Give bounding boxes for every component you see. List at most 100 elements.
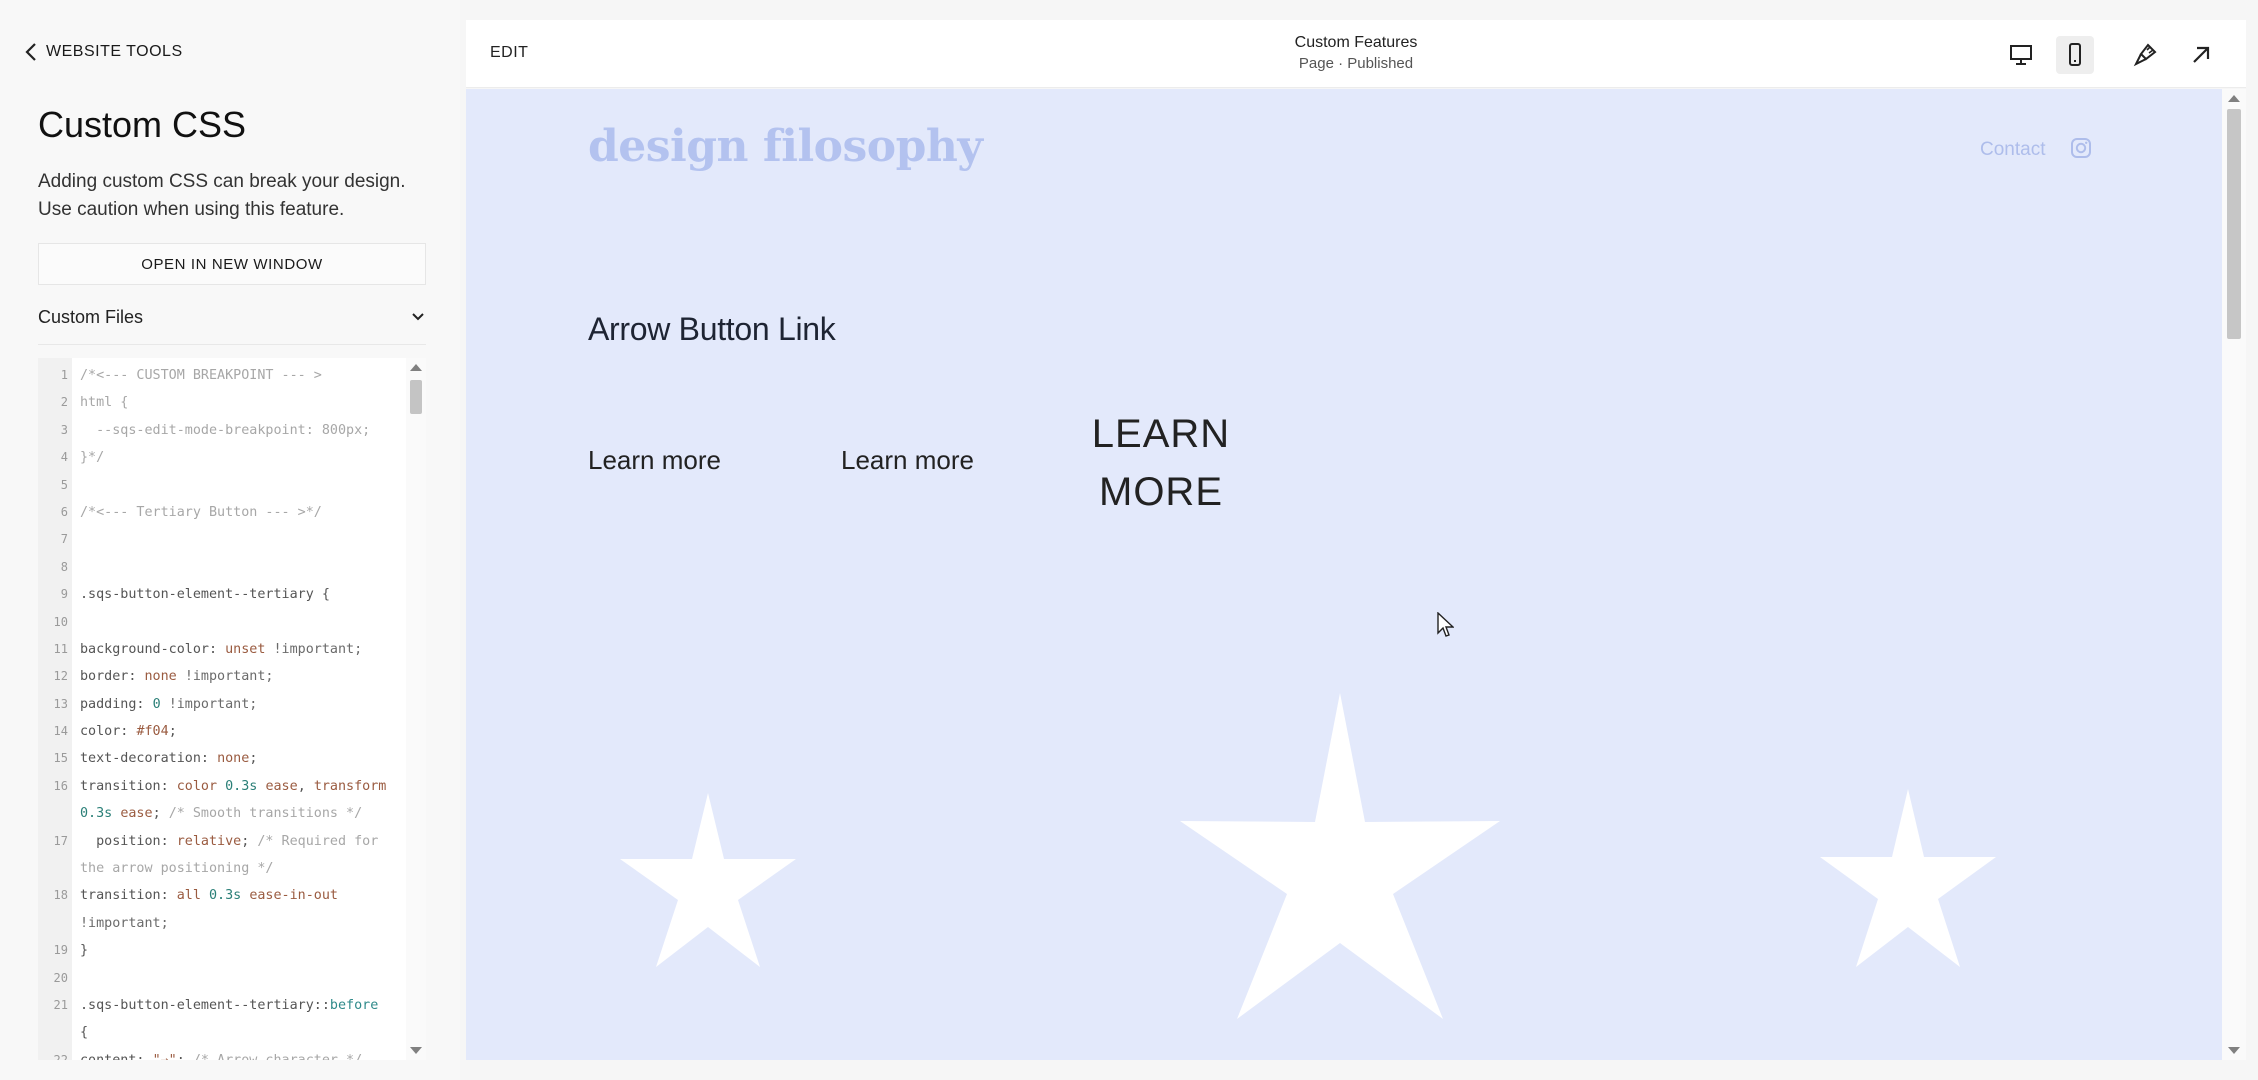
code-line[interactable]: 7 (38, 526, 408, 553)
line-number: 5 (60, 477, 68, 492)
code-line[interactable]: 6 /*<--- Tertiary Button --- >*/ (38, 499, 408, 526)
open-live-site-button[interactable] (2182, 36, 2220, 74)
back-website-tools-button[interactable]: WEBSITE TOOLS (24, 42, 183, 62)
line-number: 3 (60, 422, 68, 437)
code-line[interactable]: 13 padding: 0 !important; (38, 691, 408, 718)
line-number: 9 (60, 587, 68, 602)
code-line[interactable]: 20 (38, 965, 408, 992)
code-text: { (72, 1019, 88, 1046)
back-label: WEBSITE TOOLS (46, 43, 183, 60)
code-line[interactable]: 0.3s ease; /* Smooth transitions */ (38, 800, 408, 827)
custom-files-dropdown[interactable]: Custom Files (38, 300, 426, 334)
line-number (38, 1019, 72, 1046)
mobile-view-button[interactable] (2056, 36, 2094, 74)
learn-more-button-3[interactable]: LEARN MORE (1086, 405, 1236, 521)
line-number: 14 (53, 724, 68, 739)
line-number (38, 855, 72, 882)
code-line[interactable]: 1 /*<--- CUSTOM BREAKPOINT --- > (38, 362, 408, 389)
code-line[interactable]: 4}*/ (38, 444, 408, 471)
code-text: /*<--- Tertiary Button --- >*/ (72, 499, 322, 526)
code-line[interactable]: 11 background-color: unset !important; (38, 636, 408, 663)
instagram-icon[interactable] (2070, 137, 2092, 159)
code-text: color: #f04; (72, 718, 177, 745)
line-number: 18 (53, 888, 68, 903)
code-line[interactable]: 5 (38, 472, 408, 499)
code-line[interactable]: !important; (38, 910, 408, 937)
code-line[interactable]: 21 .sqs-button-element--tertiary::before (38, 992, 408, 1019)
code-token: all (176, 888, 209, 904)
preview-scrollbar[interactable] (2222, 89, 2246, 1060)
scroll-up-arrow-icon[interactable] (2228, 95, 2240, 102)
css-code-editor[interactable]: 1 /*<--- CUSTOM BREAKPOINT --- > 2 html { 3 … (38, 358, 426, 1060)
open-in-new-window-button[interactable]: OPEN IN NEW WINDOW (38, 243, 426, 285)
code-line[interactable]: 12 border: none !important; (38, 663, 408, 690)
line-number: 10 (53, 614, 68, 629)
code-text: background-color: unset !important; (72, 636, 362, 663)
code-token: }*/ (80, 450, 105, 466)
code-text: !important; (72, 910, 169, 937)
custom-files-label: Custom Files (38, 306, 144, 327)
code-line[interactable]: { (38, 1019, 408, 1046)
code-token: padding: (80, 696, 153, 712)
site-styles-button[interactable] (2126, 36, 2164, 74)
code-token: !important; (168, 696, 258, 712)
scroll-up-arrow-icon[interactable] (410, 364, 422, 371)
code-token: /* Smooth transitions */ (168, 806, 363, 822)
code-token: transition: (80, 778, 177, 794)
code-token: !important; (184, 669, 274, 685)
code-token: /*<--- CUSTOM BREAKPOINT --- > (80, 368, 322, 383)
code-token: ; (241, 833, 258, 849)
code-token: ease (120, 806, 153, 822)
code-text: 0.3s ease; /* Smooth transitions */ (72, 800, 362, 827)
line-number: 19 (53, 943, 68, 958)
paintbrush-icon (2133, 43, 2157, 67)
code-line[interactable]: 9 .sqs-button-element--tertiary { (38, 581, 408, 608)
code-token: unset (225, 641, 274, 657)
preview-scroll-thumb[interactable] (2227, 109, 2241, 339)
desktop-view-button[interactable] (2002, 36, 2040, 74)
code-token: ; (177, 1053, 193, 1060)
code-token: ease-in-out (249, 888, 338, 904)
line-number: 17 (53, 833, 68, 848)
code-token: background-color: (80, 641, 226, 657)
code-line[interactable]: 15 text-decoration: none; (38, 745, 408, 772)
code-token: /* Required for (257, 833, 379, 849)
star-icon (620, 793, 796, 967)
code-token: 0.3s (225, 778, 266, 794)
nav-contact-link[interactable]: Contact (1980, 139, 2045, 161)
line-number: 2 (60, 395, 68, 410)
learn-more-word: MORE (1099, 470, 1223, 514)
code-line[interactable]: 18 transition: all 0.3s ease-in-out (38, 882, 408, 909)
code-line[interactable]: 22 content: "→"; /* Arrow character */ (38, 1047, 408, 1060)
chevron-down-icon (412, 313, 424, 321)
code-line[interactable]: 14 color: #f04; (38, 718, 408, 745)
code-line[interactable]: 2 html { (38, 389, 408, 416)
code-line[interactable]: the arrow positioning */ (38, 855, 408, 882)
editor-scroll-thumb[interactable] (410, 380, 422, 414)
line-number: 15 (53, 751, 68, 766)
code-line[interactable]: 10 (38, 609, 408, 636)
code-token: !important; (80, 915, 169, 931)
code-token: "→" (153, 1053, 177, 1060)
code-line[interactable]: 3 --sqs-edit-mode-breakpoint: 800px; (38, 417, 408, 444)
learn-more-word: LEARN (1091, 412, 1231, 456)
line-number: 22 (53, 1052, 68, 1060)
code-token: , (297, 778, 314, 794)
code-line[interactable]: 19} (38, 937, 408, 964)
code-line[interactable]: 8 (38, 554, 408, 581)
scroll-down-arrow-icon[interactable] (410, 1047, 422, 1054)
learn-more-button-1[interactable]: Learn more (588, 445, 721, 476)
code-token: ; (152, 806, 169, 822)
editor-scrollbar[interactable] (406, 358, 426, 1060)
page-status: Page · Published (1298, 55, 1414, 72)
code-line[interactable]: 16 transition: color 0.3s ease, transform (38, 773, 408, 800)
scroll-down-arrow-icon[interactable] (2228, 1047, 2240, 1054)
learn-more-button-2[interactable]: Learn more (841, 445, 974, 476)
code-token: color (176, 778, 226, 794)
code-line[interactable]: 17 position: relative; /* Required for (38, 828, 408, 855)
code-token: html { (80, 395, 129, 411)
site-preview[interactable]: design filosophy Contact Arrow Button Li… (466, 89, 2222, 1060)
site-logo[interactable]: design filosophy (588, 121, 983, 172)
